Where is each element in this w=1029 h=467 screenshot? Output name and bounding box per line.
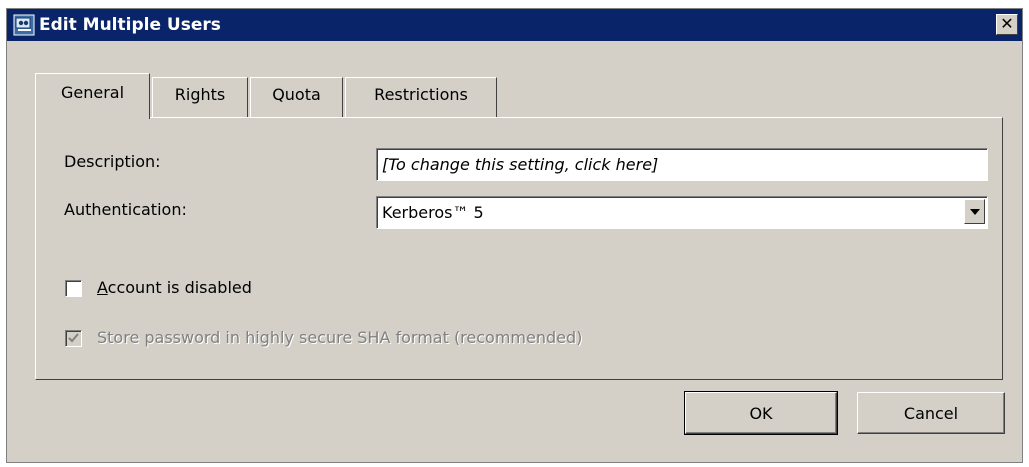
tab-rights-label: Rights [174, 85, 226, 104]
close-button[interactable]: ✕ [996, 14, 1018, 35]
description-field[interactable]: [To change this setting, click here] [376, 148, 988, 181]
close-icon: ✕ [1000, 14, 1014, 33]
users-app-icon [13, 14, 35, 36]
ok-button[interactable]: OK [684, 391, 838, 435]
store-sha-checkbox[interactable] [65, 330, 82, 347]
tab-restrictions[interactable]: Restrictions [345, 77, 497, 117]
window-title: Edit Multiple Users [39, 15, 221, 35]
ok-button-label: OK [749, 404, 773, 423]
store-sha-label: Store password in highly secure SHA form… [97, 328, 583, 347]
chevron-down-icon [970, 209, 980, 215]
cancel-button[interactable]: Cancel [857, 392, 1005, 434]
checkmark-icon [68, 333, 79, 343]
tab-rights[interactable]: Rights [152, 77, 248, 117]
description-placeholder: [To change this setting, click here] [382, 155, 659, 174]
tab-restrictions-label: Restrictions [374, 85, 468, 104]
account-disabled-label[interactable]: Account is disabled [97, 278, 252, 297]
edit-multiple-users-dialog: Edit Multiple Users ✕ General Rights Quo… [6, 8, 1023, 463]
authentication-label: Authentication: [64, 200, 187, 219]
authentication-selected-value: Kerberos™ 5 [382, 203, 484, 222]
description-label: Description: [64, 152, 161, 171]
tab-quota[interactable]: Quota [250, 77, 343, 117]
tab-general[interactable]: General [35, 73, 150, 119]
tab-quota-label: Quota [272, 85, 321, 104]
cancel-button-label: Cancel [903, 404, 959, 423]
title-bar[interactable]: Edit Multiple Users ✕ [7, 9, 1022, 41]
tab-general-label: General [60, 83, 125, 102]
account-disabled-checkbox[interactable] [65, 280, 82, 297]
authentication-select[interactable]: Kerberos™ 5 [376, 196, 988, 229]
general-tab-panel: Description: [To change this setting, cl… [35, 117, 1003, 380]
authentication-dropdown-button[interactable] [964, 199, 985, 224]
